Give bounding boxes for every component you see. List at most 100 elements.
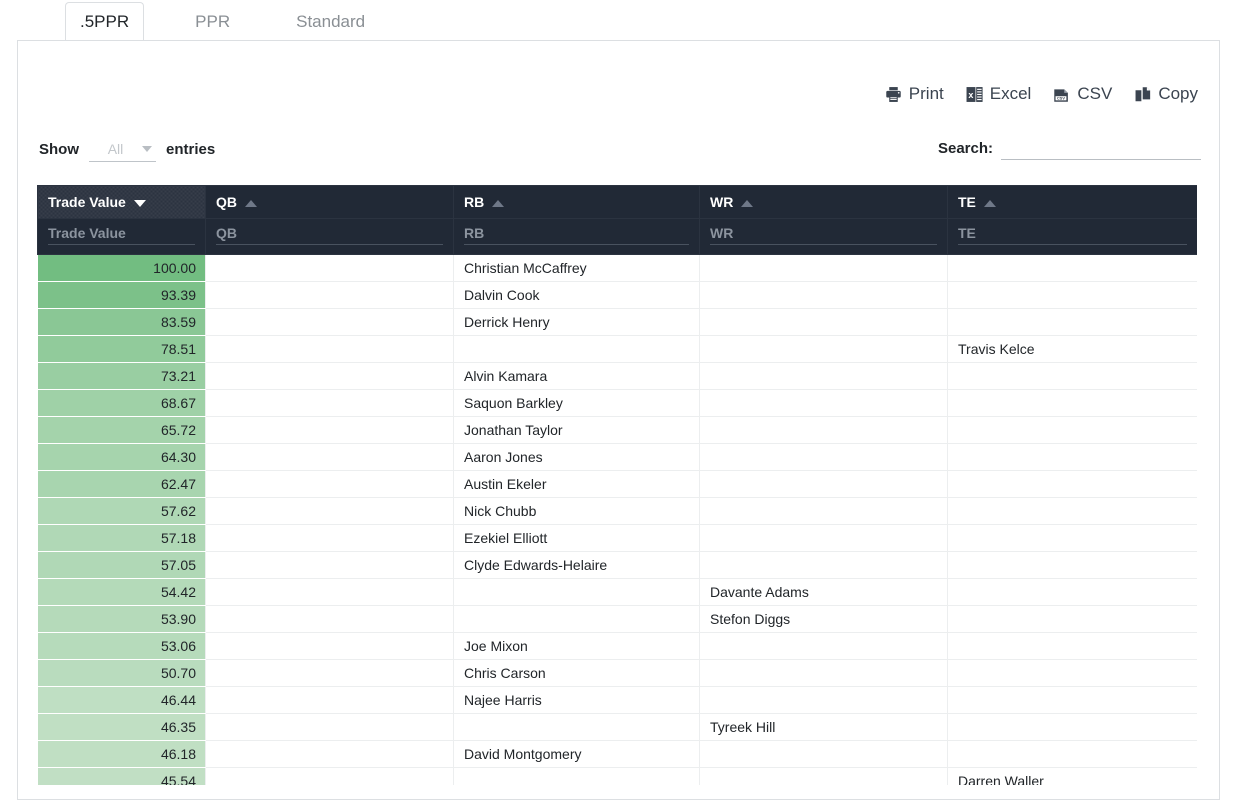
print-button[interactable]: Print xyxy=(885,84,944,104)
table-row: 54.42 Davante Adams xyxy=(37,578,1197,606)
sort-descending-icon xyxy=(133,199,146,207)
search-input[interactable] xyxy=(1001,136,1201,160)
cell-wr: Tyreek Hill xyxy=(699,713,948,741)
column-header-label: TE xyxy=(958,194,976,210)
column-header-rb[interactable]: RB xyxy=(453,185,700,219)
trade-value-table: Trade Value QB RB WR TE 100.00 Christian McCa… xyxy=(37,185,1197,785)
export-toolbar: Print x Excel CSV CSV Copy xyxy=(18,84,1201,104)
cell-qb xyxy=(205,254,454,282)
cell-te xyxy=(947,497,1197,525)
column-filter-input-te[interactable] xyxy=(958,224,1187,245)
column-header-te[interactable]: TE xyxy=(947,185,1197,219)
cell-rb: Christian McCaffrey xyxy=(453,254,700,282)
column-filter-input-rb[interactable] xyxy=(464,224,689,245)
cell-wr xyxy=(699,767,948,785)
cell-qb xyxy=(205,335,454,363)
cell-te: Travis Kelce xyxy=(947,335,1197,363)
cell-te xyxy=(947,470,1197,498)
entries-length-wrap: All xyxy=(89,136,156,162)
cell-wr xyxy=(699,416,948,444)
cell-qb xyxy=(205,443,454,471)
excel-label: Excel xyxy=(989,84,1032,103)
cell-te xyxy=(947,281,1197,309)
table-row: 46.18 David Montgomery xyxy=(37,740,1197,768)
cell-wr xyxy=(699,281,948,309)
copy-icon xyxy=(1134,86,1151,103)
column-filter-input-trade-value[interactable] xyxy=(48,224,195,245)
tab-standard[interactable]: Standard xyxy=(281,2,380,41)
cell-te xyxy=(947,686,1197,714)
cell-wr xyxy=(699,254,948,282)
cell-rb xyxy=(453,335,700,363)
cell-te xyxy=(947,551,1197,579)
cell-te xyxy=(947,659,1197,687)
sort-ascending-icon xyxy=(983,199,996,207)
column-header-wr[interactable]: WR xyxy=(699,185,948,219)
table-row: 57.05 Clyde Edwards-Helaire xyxy=(37,551,1197,579)
table-row: 57.18 Ezekiel Elliott xyxy=(37,524,1197,552)
length-control: Show All entries xyxy=(39,136,215,162)
cell-qb xyxy=(205,362,454,390)
cell-trade-value: 62.47 xyxy=(37,470,206,498)
cell-te xyxy=(947,362,1197,390)
table-row: 46.44 Najee Harris xyxy=(37,686,1197,714)
table-row: 78.51 Travis Kelce xyxy=(37,335,1197,363)
cell-te xyxy=(947,308,1197,336)
cell-qb xyxy=(205,686,454,714)
table-panel: Print x Excel CSV CSV Copy Show All entr… xyxy=(17,40,1220,800)
cell-wr xyxy=(699,497,948,525)
cell-trade-value: 65.72 xyxy=(37,416,206,444)
cell-te xyxy=(947,389,1197,417)
csv-button[interactable]: CSV CSV xyxy=(1053,84,1112,104)
tab-ppr[interactable]: PPR xyxy=(180,2,245,41)
column-filter-input-qb[interactable] xyxy=(216,224,443,245)
table-body: 100.00 Christian McCaffrey 93.39 Dalvin Coo… xyxy=(37,254,1197,785)
column-header-label: RB xyxy=(464,194,485,210)
column-header-qb[interactable]: QB xyxy=(205,185,454,219)
cell-te xyxy=(947,416,1197,444)
cell-rb xyxy=(453,767,700,785)
sort-ascending-icon xyxy=(492,199,505,207)
tab-5ppr[interactable]: .5PPR xyxy=(65,2,145,41)
cell-trade-value: 57.18 xyxy=(37,524,206,552)
search-control: Search: xyxy=(938,136,1201,160)
copy-button[interactable]: Copy xyxy=(1134,84,1198,104)
cell-trade-value: 57.05 xyxy=(37,551,206,579)
copy-label: Copy xyxy=(1158,84,1198,103)
printer-icon xyxy=(885,86,902,103)
cell-te xyxy=(947,524,1197,552)
column-filter-input-wr[interactable] xyxy=(710,224,937,245)
table-row: 53.06 Joe Mixon xyxy=(37,632,1197,660)
cell-wr xyxy=(699,443,948,471)
cell-te: Darren Waller xyxy=(947,767,1197,785)
column-filter-cell-qb xyxy=(205,218,454,255)
cell-qb xyxy=(205,605,454,633)
excel-button[interactable]: x Excel xyxy=(966,84,1032,104)
cell-trade-value: 46.44 xyxy=(37,686,206,714)
cell-qb xyxy=(205,389,454,417)
cell-wr xyxy=(699,308,948,336)
table-row: 73.21 Alvin Kamara xyxy=(37,362,1197,390)
column-header-trade-value[interactable]: Trade Value xyxy=(37,185,206,219)
table-row: 57.62 Nick Chubb xyxy=(37,497,1197,525)
cell-rb: Jonathan Taylor xyxy=(453,416,700,444)
svg-text:x: x xyxy=(968,90,973,100)
cell-trade-value: 53.06 xyxy=(37,632,206,660)
cell-qb xyxy=(205,470,454,498)
cell-rb: Najee Harris xyxy=(453,686,700,714)
cell-te xyxy=(947,254,1197,282)
cell-qb xyxy=(205,497,454,525)
table-row: 50.70 Chris Carson xyxy=(37,659,1197,687)
cell-rb xyxy=(453,578,700,606)
cell-rb: Clyde Edwards-Helaire xyxy=(453,551,700,579)
cell-te xyxy=(947,443,1197,471)
cell-trade-value: 50.70 xyxy=(37,659,206,687)
table-row: 83.59 Derrick Henry xyxy=(37,308,1197,336)
cell-te xyxy=(947,740,1197,768)
csv-label: CSV xyxy=(1077,84,1113,103)
cell-trade-value: 57.62 xyxy=(37,497,206,525)
data-table-wrap: Trade Value QB RB WR TE 100.00 Christian McCa… xyxy=(37,185,1197,785)
cell-rb: David Montgomery xyxy=(453,740,700,768)
entries-length-select[interactable]: All xyxy=(89,136,156,161)
cell-qb xyxy=(205,632,454,660)
